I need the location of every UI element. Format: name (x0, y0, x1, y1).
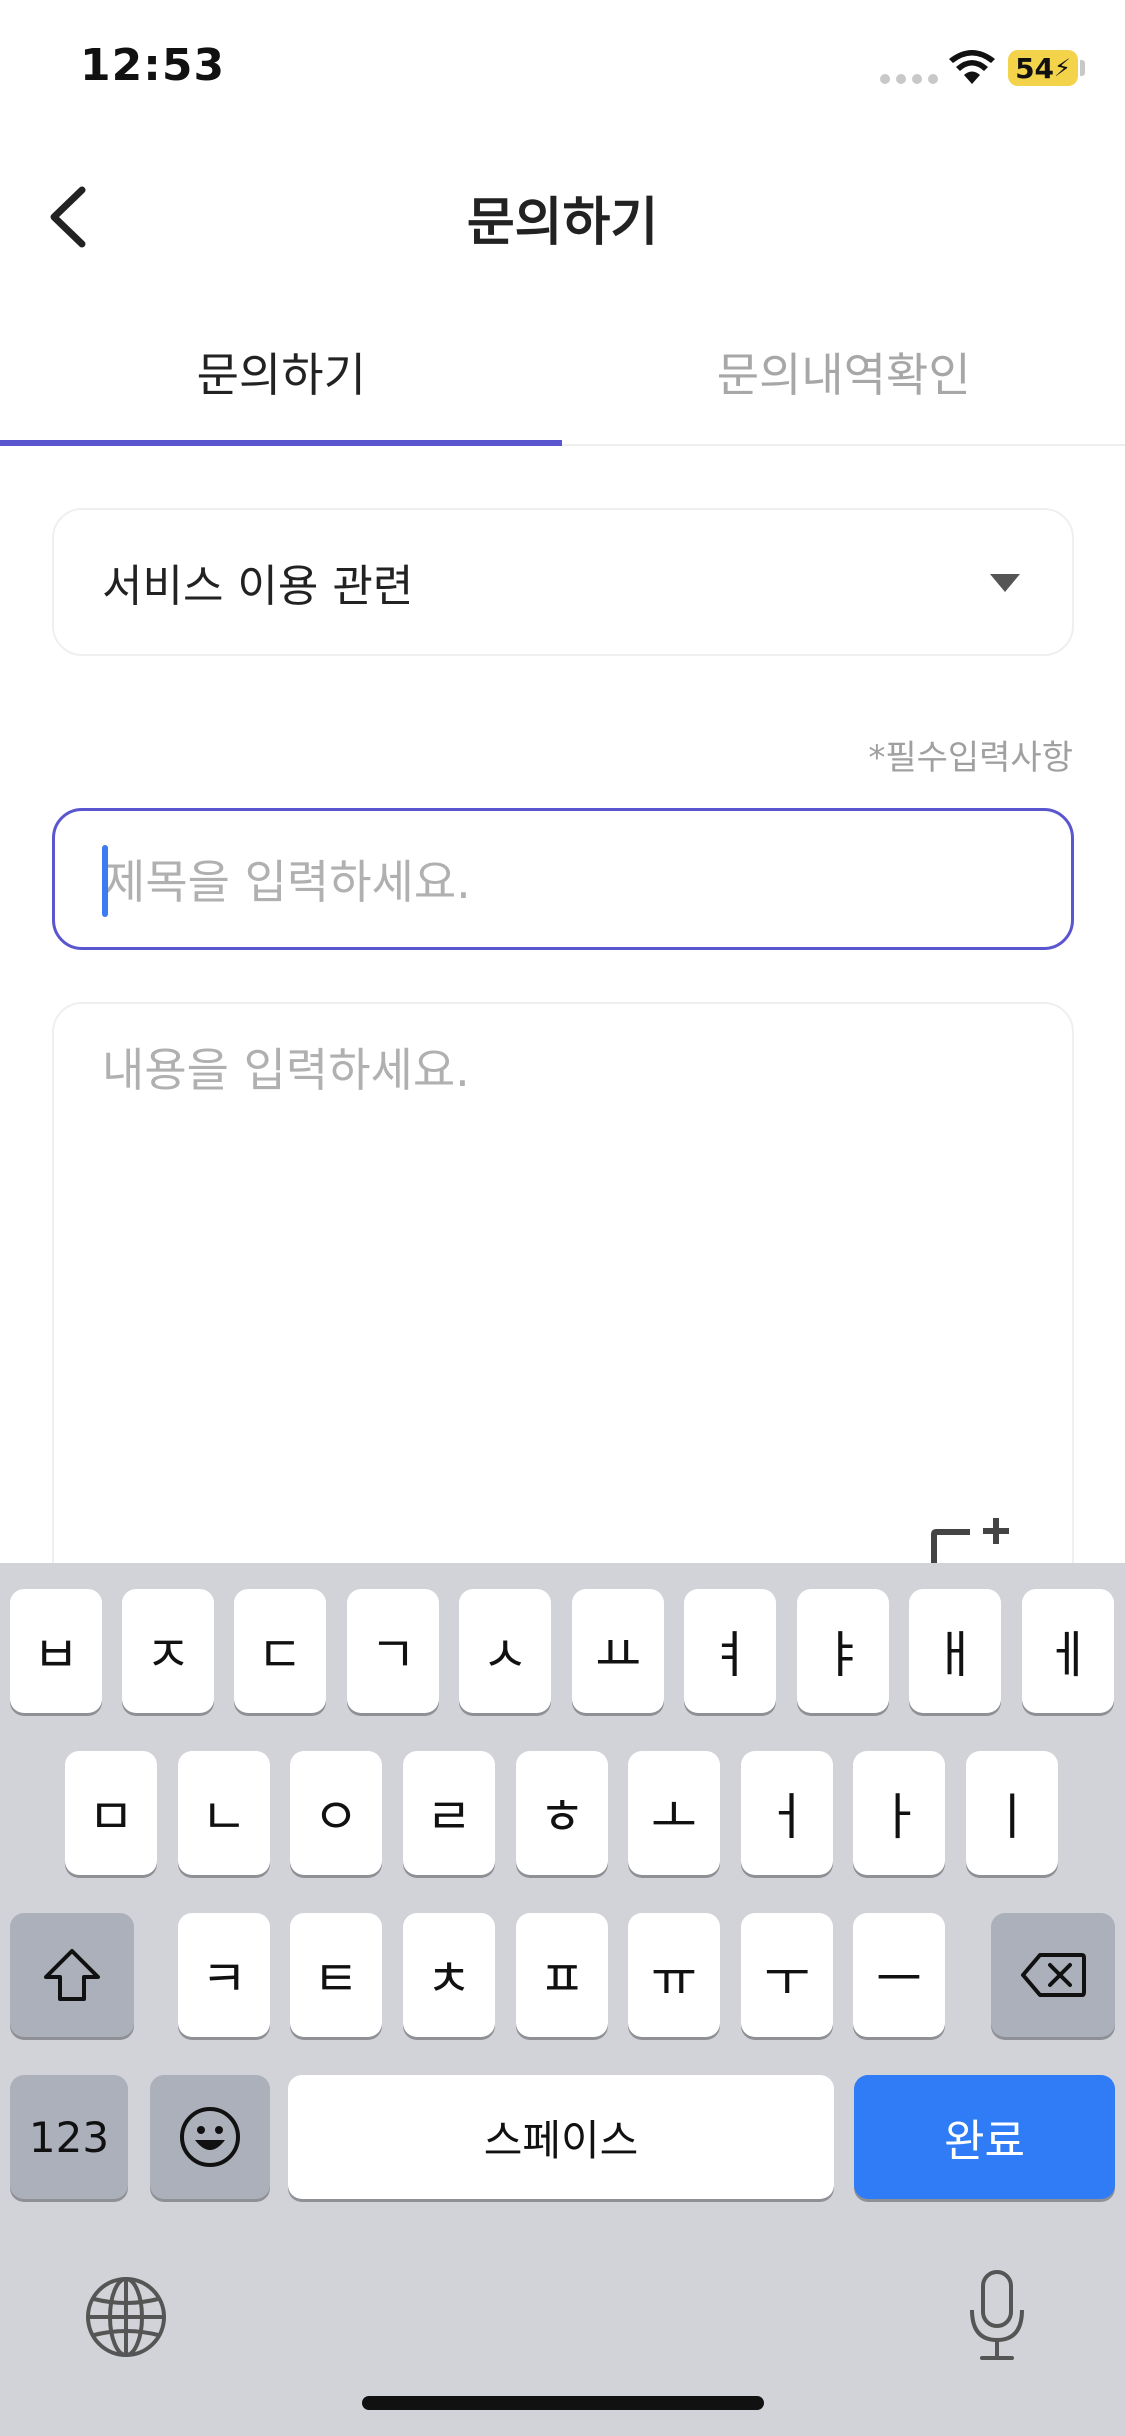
caret-down-icon (990, 574, 1020, 592)
key[interactable]: ㅜ (741, 1913, 833, 2037)
status-time: 12:53 (80, 40, 226, 91)
key[interactable]: ㅛ (572, 1589, 664, 1713)
space-key[interactable]: 스페이스 (288, 2075, 834, 2199)
header: 문의하기 (0, 150, 1125, 280)
key[interactable]: ㅂ (10, 1589, 102, 1713)
battery-level: 54 (1015, 51, 1055, 85)
tab-bar: 문의하기 문의내역확인 (0, 300, 1125, 446)
key[interactable]: ㅔ (1022, 1589, 1114, 1713)
key[interactable]: ㅠ (628, 1913, 720, 2037)
key[interactable]: ㄱ (347, 1589, 439, 1713)
tab-inquiry-label: 문의하기 (196, 348, 366, 402)
category-value: 서비스 이용 관련 (102, 561, 414, 612)
key[interactable]: ㅐ (909, 1589, 1001, 1713)
key[interactable]: ㅏ (853, 1751, 945, 1875)
key[interactable]: ㅓ (741, 1751, 833, 1875)
cellular-signal-icon (880, 74, 938, 84)
key[interactable]: ㄹ (403, 1751, 495, 1875)
key[interactable]: ㅎ (516, 1751, 608, 1875)
key[interactable]: ㅣ (966, 1751, 1058, 1875)
content-placeholder: 내용을 입력하세요. (102, 1043, 470, 1097)
battery-icon: 54 ⚡ (1008, 50, 1078, 86)
tab-inquiry-history-label: 문의내역확인 (716, 348, 971, 402)
page-title: 문의하기 (466, 193, 659, 253)
battery-cap (1080, 60, 1085, 76)
required-note: *필수입력사항 (868, 738, 1073, 778)
key[interactable]: ㅋ (178, 1913, 270, 2037)
text-cursor (102, 845, 108, 917)
title-placeholder: 제목을 입력하세요. (103, 855, 471, 909)
shift-key[interactable] (10, 1913, 134, 2037)
key[interactable]: ㄷ (234, 1589, 326, 1713)
key[interactable]: ㅁ (65, 1751, 157, 1875)
shift-icon (44, 1949, 100, 2001)
done-key-label: 완료 (944, 2116, 1025, 2167)
microphone-icon[interactable] (966, 2268, 1028, 2364)
key[interactable]: ㅗ (628, 1751, 720, 1875)
key[interactable]: ㅡ (853, 1913, 945, 2037)
emoji-key[interactable] (150, 2075, 270, 2199)
tab-active-indicator (0, 440, 562, 446)
category-select[interactable]: 서비스 이용 관련 (52, 508, 1074, 656)
key[interactable]: ㅑ (797, 1589, 889, 1713)
tab-inquiry-history[interactable]: 문의내역확인 (563, 300, 1125, 444)
numbers-key-label: 123 (28, 2112, 110, 2162)
wifi-icon (949, 50, 995, 84)
key[interactable]: ㅈ (122, 1589, 214, 1713)
key[interactable]: ㄴ (178, 1751, 270, 1875)
key[interactable]: ㅊ (403, 1913, 495, 2037)
key[interactable]: ㅇ (290, 1751, 382, 1875)
home-indicator (362, 2396, 764, 2410)
globe-icon[interactable] (84, 2275, 168, 2359)
status-bar: 12:53 54 ⚡ (0, 0, 1125, 140)
key[interactable]: ㅕ (684, 1589, 776, 1713)
key[interactable]: ㅍ (516, 1913, 608, 2037)
backspace-icon (1021, 1953, 1086, 1997)
title-input[interactable]: 제목을 입력하세요. (52, 808, 1074, 950)
keyboard: ㅂ ㅈ ㄷ ㄱ ㅅ ㅛ ㅕ ㅑ ㅐ ㅔ ㅁ ㄴ ㅇ ㄹ ㅎ ㅗ ㅓ ㅏ ㅣ ㅋ … (0, 1563, 1125, 2436)
backspace-key[interactable] (991, 1913, 1115, 2037)
emoji-icon (180, 2107, 240, 2167)
add-image-icon[interactable] (930, 1518, 1010, 1568)
tab-inquiry[interactable]: 문의하기 (0, 300, 563, 446)
space-key-label: 스페이스 (483, 2115, 639, 2165)
key[interactable]: ㅌ (290, 1913, 382, 2037)
done-key[interactable]: 완료 (854, 2075, 1115, 2199)
key[interactable]: ㅅ (459, 1589, 551, 1713)
numbers-key[interactable]: 123 (10, 2075, 128, 2199)
